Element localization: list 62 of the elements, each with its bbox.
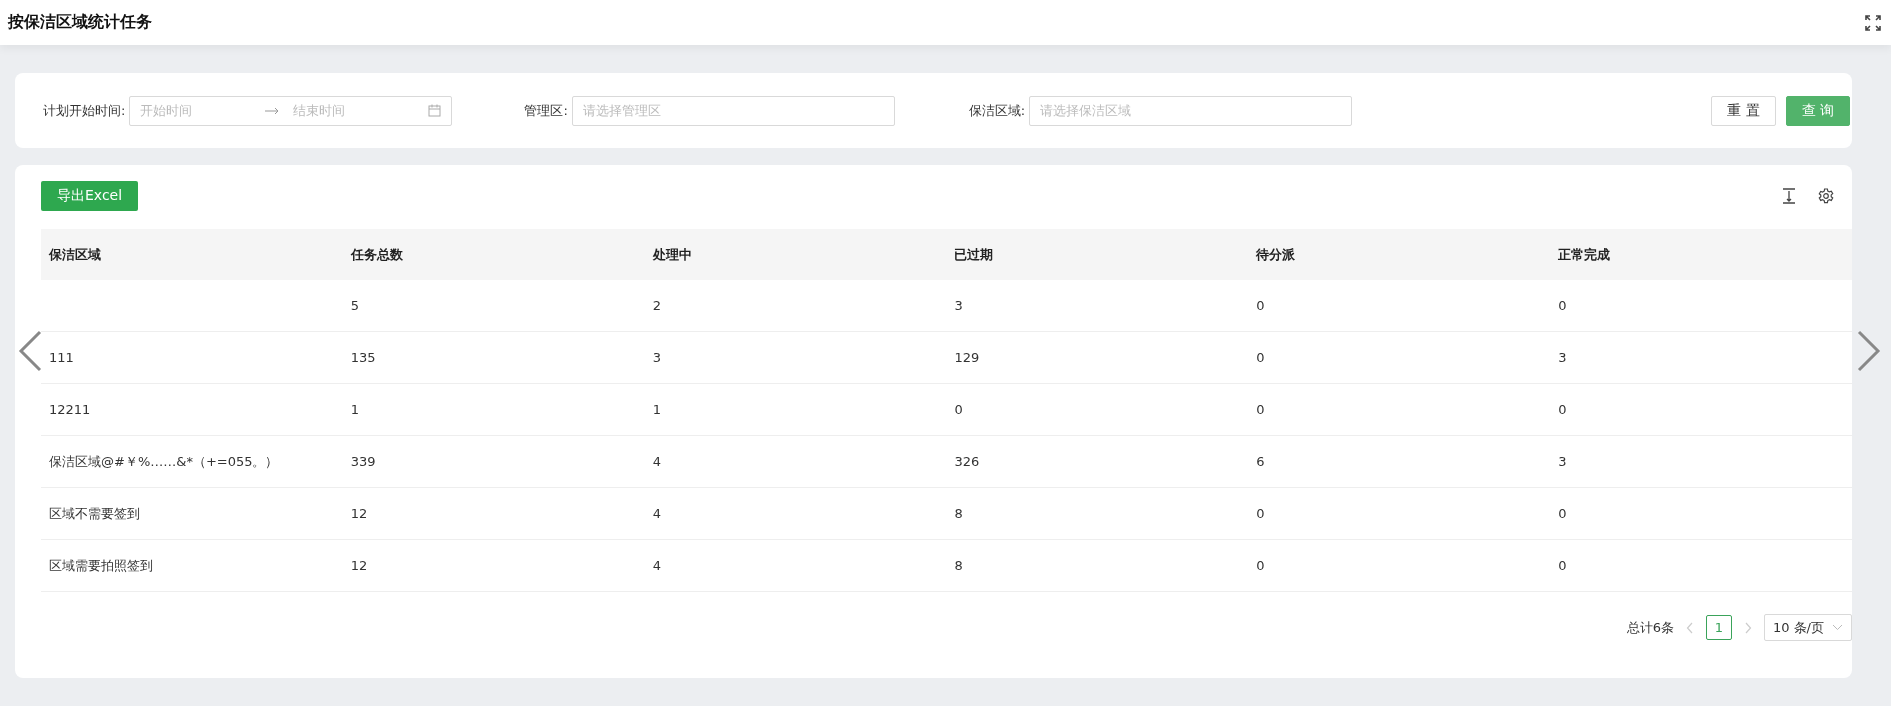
fullscreen-icon[interactable] <box>1865 14 1881 31</box>
column-header: 保洁区域 <box>49 246 101 262</box>
column-header: 已过期 <box>954 246 994 262</box>
table-cell: 区域需要拍照签到 <box>49 557 153 573</box>
column-header: 任务总数 <box>350 246 403 262</box>
query-button[interactable]: 查 询 <box>1785 95 1850 126</box>
table-cell: 0 <box>1558 558 1567 573</box>
export-button[interactable]: 导出Excel <box>41 181 139 211</box>
table-cell: 0 <box>1558 506 1567 521</box>
table-cell: 0 <box>954 402 963 417</box>
table-cell: 区域不需要签到 <box>49 505 140 521</box>
table-cell: 4 <box>652 558 661 573</box>
table-cell: 111 <box>49 350 74 365</box>
table-cell: 0 <box>1256 402 1265 417</box>
column-header: 待分派 <box>1256 246 1296 262</box>
table-cell: 8 <box>954 558 963 573</box>
table-cell: 保洁区域@#￥%……&*（+=055。） <box>49 453 279 469</box>
calendar-icon <box>428 104 442 117</box>
filter-label: 计划开始时间: <box>43 101 126 120</box>
page-title: 按保洁区域统计任务 <box>8 12 152 33</box>
table-cell: 0 <box>1256 298 1265 313</box>
chevron-right-icon[interactable] <box>1857 330 1881 372</box>
select-field[interactable]: 请选择保洁区域 <box>1029 95 1353 126</box>
table-cell: 2 <box>652 298 661 313</box>
table-cell: 6 <box>1256 454 1265 469</box>
table-cell: 1 <box>652 402 661 417</box>
arrow-icon <box>265 106 280 115</box>
table-cell: 12 <box>350 558 368 573</box>
filter-label: 管理区: <box>524 101 568 120</box>
table-cell: 326 <box>954 454 980 469</box>
table-cell: 3 <box>652 350 661 365</box>
table-cell: 0 <box>1558 402 1567 417</box>
settings-icon[interactable] <box>1818 188 1834 204</box>
column-header: 处理中 <box>652 246 692 262</box>
page-button[interactable]: 1 <box>1705 615 1732 640</box>
table-cell: 3 <box>1558 350 1567 365</box>
table-cell: 8 <box>954 506 963 521</box>
table-cell: 3 <box>954 298 963 313</box>
table-cell: 4 <box>652 454 661 469</box>
total-count: 总计6条 <box>1626 618 1674 637</box>
date-range-field[interactable]: 开始时间 结束时间 <box>129 95 453 126</box>
table-cell: 0 <box>1256 506 1265 521</box>
page-size-select[interactable]: 10 条/页 <box>1763 614 1852 641</box>
column-header: 正常完成 <box>1558 246 1611 262</box>
table-cell: 129 <box>954 350 980 365</box>
table-cell: 339 <box>350 454 376 469</box>
table-cell: 0 <box>1558 298 1567 313</box>
table-cell: 135 <box>350 350 376 365</box>
table-cell: 3 <box>1558 454 1567 469</box>
reset-button[interactable]: 重 置 <box>1711 95 1776 126</box>
table-cell: 12211 <box>49 402 91 417</box>
select-field[interactable]: 请选择管理区 <box>571 95 895 126</box>
table-cell: 4 <box>652 506 661 521</box>
table-cell: 5 <box>350 298 360 313</box>
table-cell: 0 <box>1256 350 1265 365</box>
caret-icon <box>1832 624 1843 631</box>
table-cell: 12 <box>350 506 368 521</box>
row-height-icon[interactable] <box>1782 188 1796 204</box>
filter-label: 保洁区域: <box>968 101 1026 120</box>
table-cell: 0 <box>1256 558 1265 573</box>
chevron-left-icon[interactable] <box>18 330 42 372</box>
table-cell: 1 <box>350 402 360 417</box>
